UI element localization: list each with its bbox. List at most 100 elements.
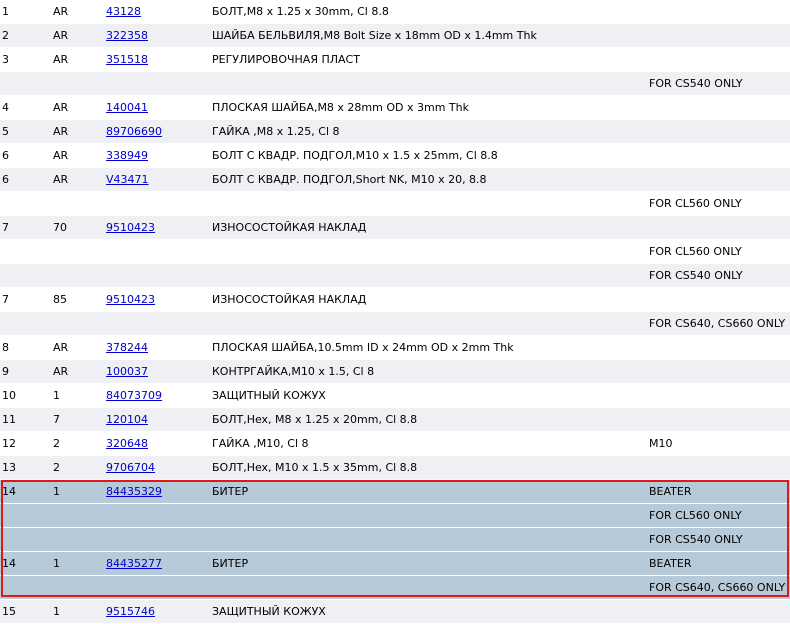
quantity-cell: 2 [53,461,60,474]
part-number-link[interactable]: 120104 [106,413,148,426]
remark-cell [649,600,789,623]
remark-cell: FOR CL560 ONLY [649,197,742,210]
part-number-cell [106,192,206,215]
table-row[interactable]: 13 2 9706704 БОЛТ,Hex, M10 x 1.5 x 35mm, Cl… [0,456,790,480]
quantity-cell: 7 [53,413,60,426]
part-number-link[interactable]: 140041 [106,101,148,114]
table-row[interactable]: 6 AR 338949 БОЛТ С КВАДР. ПОДГОЛ,M10 x 1.5 … [0,144,790,168]
remark-cell: FOR CS540 ONLY [649,533,743,546]
item-number-cell: 1 [2,5,9,18]
quantity-cell: AR [53,341,69,354]
table-row[interactable]: 7 70 9510423 ИЗНОСОСТОЙКАЯ НАКЛАД [0,216,790,240]
item-number-cell: 13 [2,461,16,474]
description-cell [212,72,642,95]
part-number-cell: 140041 [106,96,206,119]
description-cell: ШАЙБА БЕЛЬВИЛЯ,M8 Bolt Size x 18mm OD x … [212,29,537,42]
part-number-cell: 120104 [106,408,206,431]
part-number-link[interactable]: 84073709 [106,389,162,402]
part-number-link[interactable]: 338949 [106,149,148,162]
part-number-link[interactable]: 378244 [106,341,148,354]
description-cell [212,504,642,527]
quantity-cell: AR [53,101,69,114]
part-number-link[interactable]: 100037 [106,365,148,378]
table-row[interactable]: 6 AR V43471 БОЛТ С КВАДР. ПОДГОЛ,Short NK, … [0,168,790,192]
part-number-link[interactable]: 89706690 [106,125,162,138]
part-number-cell: 84073709 [106,384,206,407]
part-number-link[interactable]: 84435329 [106,485,162,498]
table-row[interactable]: FOR CS540 ONLY [0,528,790,552]
part-number-cell [106,528,206,551]
quantity-cell [53,312,98,335]
quantity-cell: 2 [53,437,60,450]
part-number-link[interactable]: 351518 [106,53,148,66]
part-number-link[interactable]: 9510423 [106,221,155,234]
table-row[interactable]: 9 AR 100037 КОНТРГАЙКА,M10 x 1.5, Cl 8 [0,360,790,384]
item-number-cell: 6 [2,149,9,162]
remark-cell: M10 [649,437,673,450]
part-number-link[interactable]: 322358 [106,29,148,42]
remark-cell: FOR CS540 ONLY [649,77,743,90]
table-row[interactable]: 7 85 9510423 ИЗНОСОСТОЙКАЯ НАКЛАД [0,288,790,312]
table-row[interactable]: 8 AR 378244 ПЛОСКАЯ ШАЙБА,10.5mm ID x 24mm … [0,336,790,360]
remark-cell [649,120,789,143]
parts-table: 1 AR 43128 БОЛТ,M8 x 1.25 x 30mm, Cl 8.8 2 AR… [0,0,790,624]
quantity-cell [53,72,98,95]
table-row[interactable]: 15 1 9515746 ЗАЩИТНЫЙ КОЖУХ [0,600,790,624]
table-row[interactable]: 14 1 84435277 БИТЕР BEATER [0,552,790,576]
item-number-cell: 12 [2,437,16,450]
item-number-cell: 14 [2,557,16,570]
remark-cell [649,168,789,191]
part-number-link[interactable]: 9706704 [106,461,155,474]
remark-cell [649,408,789,431]
table-row[interactable]: 4 AR 140041 ПЛОСКАЯ ШАЙБА,M8 x 28mm OD x 3m… [0,96,790,120]
table-row[interactable]: 2 AR 322358 ШАЙБА БЕЛЬВИЛЯ,M8 Bolt Size x 1… [0,24,790,48]
item-number-cell: 8 [2,341,9,354]
table-row[interactable]: FOR CS540 ONLY [0,72,790,96]
table-row[interactable]: 3 AR 351518 РЕГУЛИРОВОЧНАЯ ПЛАСТ [0,48,790,72]
quantity-cell: 1 [53,557,60,570]
part-number-cell: 89706690 [106,120,206,143]
table-row[interactable]: FOR CL560 ONLY [0,192,790,216]
part-number-cell: 320648 [106,432,206,455]
item-number-cell: 5 [2,125,9,138]
item-number-cell: 14 [2,485,16,498]
quantity-cell: 70 [53,221,67,234]
part-number-cell [106,312,206,335]
table-row[interactable]: 5 AR 89706690 ГАЙКА ,M8 x 1.25, Cl 8 [0,120,790,144]
table-row[interactable]: 11 7 120104 БОЛТ,Hex, M8 x 1.25 x 20mm, Cl … [0,408,790,432]
table-row[interactable]: FOR CS540 ONLY [0,264,790,288]
description-cell: ГАЙКА ,M10, Cl 8 [212,437,309,450]
part-number-link[interactable]: V43471 [106,173,149,186]
part-number-cell: 9510423 [106,216,206,239]
item-number-cell [2,192,42,215]
part-number-cell [106,240,206,263]
table-row[interactable]: 10 1 84073709 ЗАЩИТНЫЙ КОЖУХ [0,384,790,408]
table-row[interactable]: FOR CS640, CS660 ONLY [0,576,790,600]
item-number-cell: 2 [2,29,9,42]
part-number-cell: 338949 [106,144,206,167]
part-number-cell: 43128 [106,0,206,23]
table-row[interactable]: 1 AR 43128 БОЛТ,M8 x 1.25 x 30mm, Cl 8.8 [0,0,790,24]
item-number-cell [2,528,42,551]
description-cell: ИЗНОСОСТОЙКАЯ НАКЛАД [212,293,367,306]
quantity-cell: AR [53,5,69,18]
table-row[interactable]: FOR CS640, CS660 ONLY [0,312,790,336]
table-row[interactable]: 12 2 320648 ГАЙКА ,M10, Cl 8 M10 [0,432,790,456]
quantity-cell: 1 [53,605,60,618]
quantity-cell: 85 [53,293,67,306]
table-row[interactable]: FOR CL560 ONLY [0,240,790,264]
item-number-cell: 10 [2,389,16,402]
description-cell: ПЛОСКАЯ ШАЙБА,M8 x 28mm OD x 3mm Thk [212,101,469,114]
quantity-cell: AR [53,53,69,66]
part-number-link[interactable]: 320648 [106,437,148,450]
part-number-link[interactable]: 43128 [106,5,141,18]
part-number-link[interactable]: 9510423 [106,293,155,306]
table-row[interactable]: FOR CL560 ONLY [0,504,790,528]
quantity-cell: AR [53,125,69,138]
table-row[interactable]: 14 1 84435329 БИТЕР BEATER [0,480,790,504]
part-number-link[interactable]: 84435277 [106,557,162,570]
item-number-cell: 4 [2,101,9,114]
part-number-link[interactable]: 9515746 [106,605,155,618]
part-number-cell: 84435329 [106,480,206,503]
remark-cell [649,24,789,47]
